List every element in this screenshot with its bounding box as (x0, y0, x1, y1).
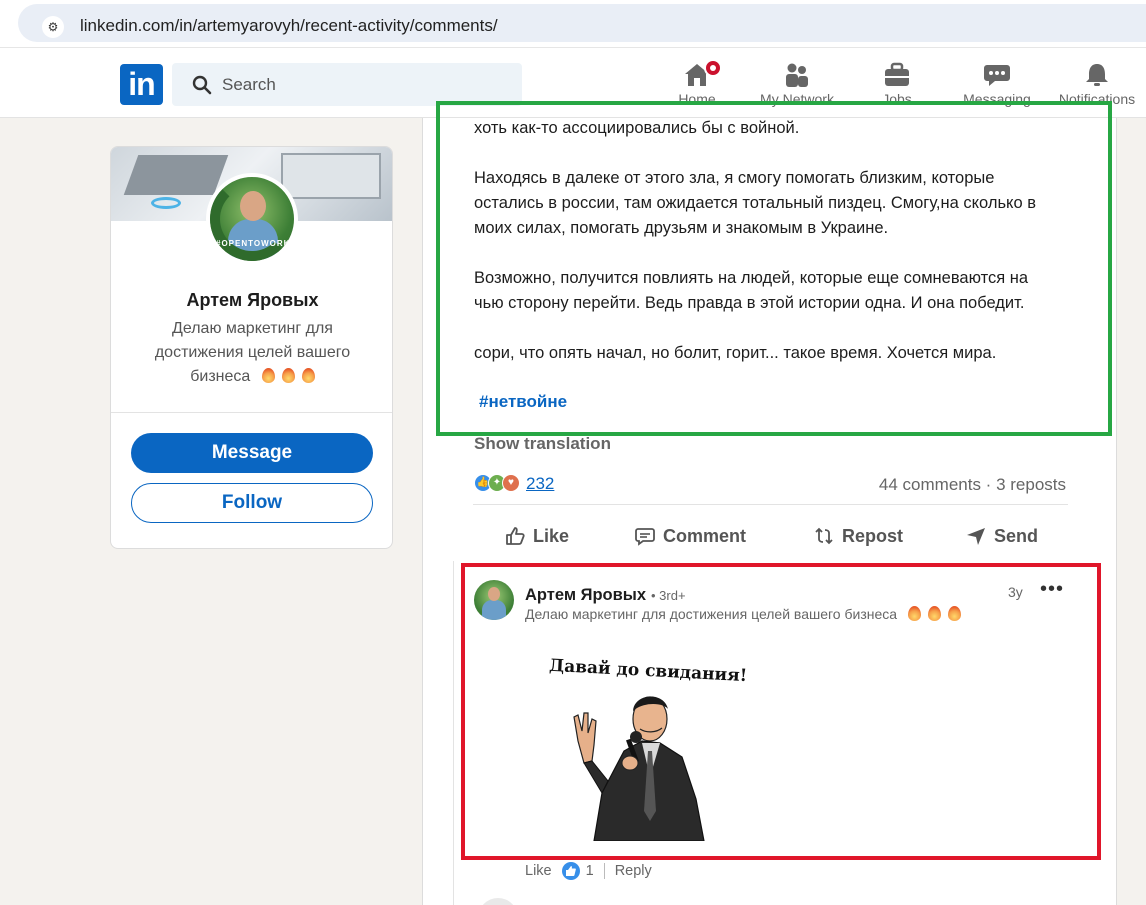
comment-actions: Like 1 Reply (525, 862, 652, 880)
like-button[interactable]: Like (505, 522, 569, 550)
reaction-count[interactable]: 232 (526, 474, 554, 494)
comment-like-button[interactable]: Like (525, 863, 552, 879)
comment-label: Comment (663, 525, 747, 546)
repost-label: Repost (842, 525, 904, 546)
profile-divider (111, 412, 392, 413)
search-input[interactable]: Search (172, 63, 522, 106)
url-text[interactable]: linkedin.com/in/artemyarovyh/recent-acti… (80, 16, 498, 36)
love-reaction-icon: ♥ (502, 474, 520, 492)
send-button[interactable]: Send (966, 522, 1038, 550)
repost-icon (815, 527, 833, 545)
comment-like-reaction-icon (561, 862, 580, 880)
send-label: Send (994, 525, 1039, 546)
highlight-box-comment (461, 563, 1101, 860)
comment-button[interactable]: Comment (635, 522, 746, 550)
message-button[interactable]: Message (131, 433, 373, 473)
url-pill[interactable]: ⚙ linkedin.com/in/artemyarovyh/recent-ac… (18, 4, 1146, 42)
action-separator (603, 863, 605, 879)
comment-icon (635, 528, 655, 546)
search-placeholder: Search (222, 75, 276, 94)
comment-reply-button[interactable]: Reply (615, 863, 652, 879)
home-badge (704, 59, 722, 77)
post-stats[interactable]: 44 comments · 3 reposts (879, 475, 1066, 495)
site-settings-icon[interactable]: ⚙ (42, 16, 64, 38)
show-translation-button[interactable]: Show translation (474, 434, 611, 454)
open-to-work-frame: #OPENTOWORK (216, 239, 291, 248)
send-icon (967, 528, 985, 545)
follow-button[interactable]: Follow (131, 483, 373, 523)
messaging-icon (984, 65, 1010, 86)
profile-headline-text: Делаю маркетинг для достижения целей ваш… (154, 320, 351, 385)
briefcase-icon (885, 62, 909, 86)
repost-button[interactable]: Repost (814, 522, 903, 550)
thumbs-up-icon (506, 527, 525, 545)
network-icon (786, 63, 808, 87)
linkedin-logo[interactable]: in (120, 64, 163, 105)
search-icon (192, 75, 212, 95)
comment-like-count[interactable]: 1 (586, 863, 594, 879)
highlight-box-post-text (436, 101, 1112, 436)
browser-address-bar: ⚙ linkedin.com/in/artemyarovyh/recent-ac… (0, 0, 1146, 48)
profile-name[interactable]: Артем Яровых (111, 290, 392, 311)
bell-icon (1086, 64, 1108, 86)
profile-card: #OPENTOWORK Артем Яровых Делаю маркетинг… (110, 146, 393, 549)
like-label: Like (533, 525, 570, 546)
profile-headline: Делаю маркетинг для достижения целей ваш… (136, 317, 369, 389)
actions-divider (473, 504, 1068, 505)
profile-avatar[interactable]: #OPENTOWORK (206, 173, 298, 265)
fire-emoji-icons (255, 365, 315, 389)
